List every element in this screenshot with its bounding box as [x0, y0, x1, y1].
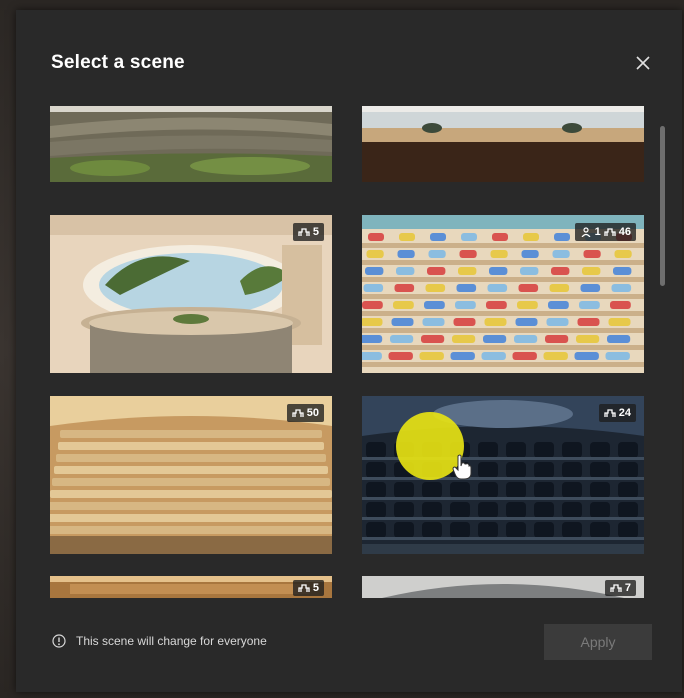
garden-scene-image — [50, 106, 332, 182]
capacity-badge: 1 46 — [574, 223, 636, 241]
capacity-badge: 5 — [292, 223, 324, 241]
lounge-scene-image — [50, 215, 332, 373]
seat-icon — [610, 584, 622, 592]
seat-icon — [298, 228, 310, 236]
scene-tile-briefing[interactable]: 24 — [362, 396, 644, 554]
capacity-count: 7 — [624, 582, 631, 594]
conference-scene-image — [362, 106, 644, 182]
scrollbar-thumb[interactable] — [660, 126, 665, 286]
scene-tile-auditorium[interactable]: 50 — [50, 396, 332, 554]
scene-tile-lounge[interactable]: 5 — [50, 215, 332, 373]
scene-tile-conference[interactable] — [362, 106, 644, 182]
dialog-title: Select a scene — [51, 52, 185, 73]
scene-dialog: Select a scene 5 1 46 50 24 5 7 This sce… — [16, 10, 682, 692]
people-count: 1 — [594, 226, 601, 238]
capacity-count: 24 — [618, 407, 631, 419]
seat-icon — [298, 584, 310, 592]
capacity-badge: 7 — [604, 580, 636, 596]
scene-tile-dome[interactable]: 7 — [362, 576, 644, 598]
scene-grid: 5 1 46 50 24 5 7 — [50, 106, 650, 598]
info-icon — [52, 634, 66, 648]
person-icon — [581, 227, 591, 237]
footer-note: This scene will change for everyone — [52, 634, 267, 648]
capacity-count: 5 — [312, 226, 319, 238]
capacity-badge: 50 — [286, 404, 324, 422]
capacity-count: 46 — [618, 226, 631, 238]
seat-icon — [292, 409, 304, 417]
capacity-badge: 5 — [292, 580, 324, 596]
scene-tile-classroom[interactable]: 1 46 — [362, 215, 644, 373]
seat-icon — [604, 228, 616, 236]
seat-icon — [604, 409, 616, 417]
capacity-count: 5 — [312, 582, 319, 594]
scene-tile-hall[interactable]: 5 — [50, 576, 332, 598]
hall-scene-image — [50, 576, 332, 598]
dome-scene-image — [362, 576, 644, 598]
close-icon — [636, 56, 650, 70]
scrollbar[interactable] — [658, 118, 666, 608]
capacity-count: 50 — [306, 407, 319, 419]
capacity-badge: 24 — [598, 404, 636, 422]
scene-tile-garden[interactable] — [50, 106, 332, 182]
apply-button[interactable]: Apply — [544, 624, 652, 660]
footer-note-text: This scene will change for everyone — [76, 634, 267, 648]
close-button[interactable] — [628, 48, 658, 78]
